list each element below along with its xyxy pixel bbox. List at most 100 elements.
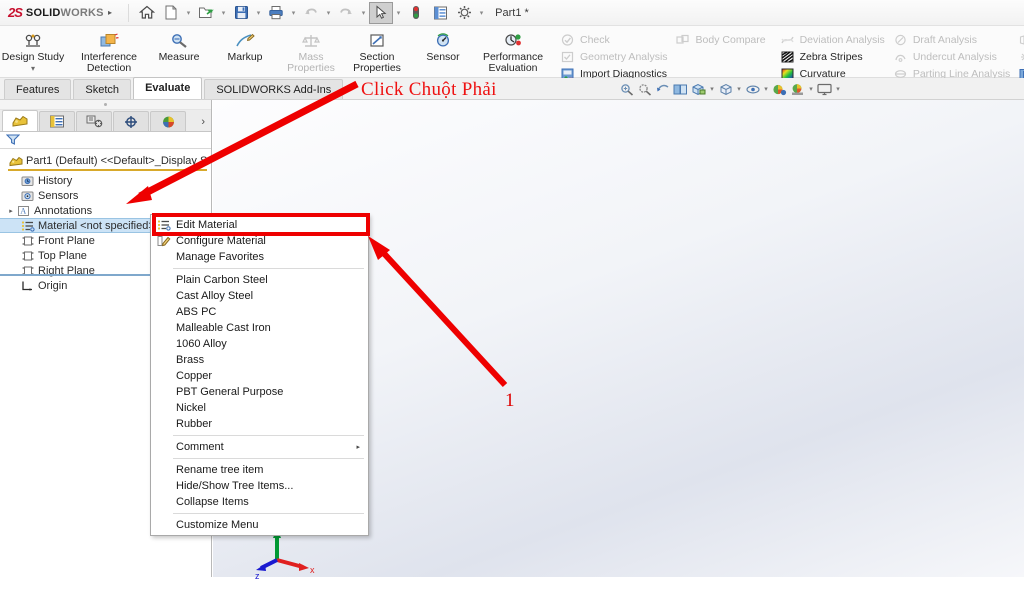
measure-button[interactable]: Measure (146, 28, 212, 63)
section-properties-button[interactable]: Section Properties (344, 28, 410, 74)
undercut-analysis-item[interactable]: Undercut Analysis (893, 49, 1010, 64)
body-compare-label: Body Compare (695, 33, 766, 46)
thickness-analysis-item[interactable]: Thic (1018, 49, 1024, 64)
menu-item-comment[interactable]: Comment ▸ (151, 439, 368, 455)
options-dropdown-caret-icon[interactable]: ▾ (476, 9, 487, 17)
menu-item-copper[interactable]: Copper (151, 368, 368, 384)
sensor-label: Sensor (426, 51, 460, 63)
menu-item-1060-alloy[interactable]: 1060 Alloy (151, 336, 368, 352)
undercut-analysis-label: Undercut Analysis (912, 50, 997, 63)
check-item[interactable]: Check (560, 32, 668, 47)
menu-item-manage-favorites[interactable]: Manage Favorites (151, 249, 368, 265)
geometry-analysis-item[interactable]: Geometry Analysis (560, 49, 668, 64)
annotations-icon: A (16, 204, 31, 217)
redo-icon[interactable] (334, 2, 358, 24)
markup-icon (234, 31, 256, 51)
apply-scene-icon[interactable] (789, 81, 806, 98)
surface-column-1: Deviation Analysis Zebra Stripes Curvatu… (776, 28, 889, 81)
more-manager-tabs-caret-icon[interactable]: › (201, 116, 205, 128)
markup-button[interactable]: Markup (212, 28, 278, 63)
menu-item-hide-show-tree-items[interactable]: Hide/Show Tree Items... (151, 478, 368, 494)
tree-item-part1[interactable]: Part1 (Default) <<Default>_Display S (0, 153, 211, 168)
tree-item-top-plane-label: Top Plane (38, 249, 87, 262)
rebuild-icon[interactable] (404, 2, 428, 24)
tab-solidworks-addins[interactable]: SOLIDWORKS Add-Ins (204, 79, 344, 99)
new-document-icon[interactable] (159, 2, 183, 24)
tab-evaluate[interactable]: Evaluate (133, 77, 203, 99)
configuration-manager-tab[interactable] (76, 111, 112, 131)
display-style-icon[interactable] (717, 81, 734, 98)
menu-item-nickel[interactable]: Nickel (151, 400, 368, 416)
feature-manager-tab[interactable] (2, 110, 38, 131)
zebra-stripes-item[interactable]: Zebra Stripes (780, 49, 885, 64)
previous-view-icon[interactable] (654, 81, 671, 98)
symmetry-check-item[interactable]: Sym (1018, 32, 1024, 47)
select-cursor-icon[interactable] (369, 1, 394, 24)
menu-item-collapse-items[interactable]: Collapse Items (151, 494, 368, 510)
tab-sketch[interactable]: Sketch (73, 79, 132, 99)
deviation-analysis-item[interactable]: Deviation Analysis (780, 32, 885, 47)
view-settings-icon[interactable] (816, 81, 833, 98)
undo-icon[interactable] (299, 2, 323, 24)
zoom-to-fit-icon[interactable] (618, 81, 635, 98)
home-icon[interactable] (135, 2, 159, 24)
save-dropdown-caret-icon[interactable]: ▾ (253, 9, 264, 17)
performance-evaluation-button[interactable]: Performance Evaluation (476, 28, 550, 74)
view-orientation-icon[interactable] (690, 81, 707, 98)
menu-item-abs-pc[interactable]: ABS PC (151, 304, 368, 320)
hide-show-dropdown-caret-icon[interactable]: ▾ (762, 85, 770, 93)
menu-item-pbt-general-purpose[interactable]: PBT General Purpose (151, 384, 368, 400)
hide-show-items-icon[interactable] (744, 81, 761, 98)
design-study-button[interactable]: Design Study ▾ (0, 28, 66, 74)
panel-splitter-handle[interactable] (0, 100, 211, 110)
dimxpert-manager-tab[interactable] (113, 111, 149, 131)
sensor-button[interactable]: Sensor (410, 28, 476, 63)
open-document-icon[interactable] (194, 2, 218, 24)
menu-item-manage-favorites-label: Manage Favorites (176, 251, 265, 263)
body-compare-item[interactable]: Body Compare (676, 32, 766, 47)
menu-item-plain-carbon-steel[interactable]: Plain Carbon Steel (151, 272, 368, 288)
view-heads-up-toolbar: ▾ ▾ ▾ ▾ ▾ (618, 79, 842, 99)
design-study-dropdown-caret-icon[interactable]: ▾ (31, 63, 35, 74)
redo-dropdown-caret-icon[interactable]: ▾ (358, 9, 369, 17)
view-settings-dropdown-caret-icon[interactable]: ▾ (834, 85, 842, 93)
apply-scene-dropdown-caret-icon[interactable]: ▾ (807, 85, 815, 93)
tree-item-sensors[interactable]: Sensors (0, 188, 211, 203)
mass-properties-button[interactable]: Mass Properties (278, 28, 344, 74)
menu-item-customize-menu[interactable]: Customize Menu (151, 517, 368, 533)
new-document-dropdown-caret-icon[interactable]: ▾ (183, 9, 194, 17)
tab-features[interactable]: Features (4, 79, 72, 99)
menu-expand-caret-icon[interactable]: ▸ (104, 8, 122, 17)
property-manager-tab[interactable] (39, 111, 75, 131)
material-context-menu[interactable]: Edit Material Configure Material Manage … (150, 214, 369, 536)
undo-dropdown-caret-icon[interactable]: ▾ (323, 9, 334, 17)
surface-column-2: Draft Analysis Undercut Analysis Parting… (889, 28, 1014, 81)
menu-item-malleable-cast-iron[interactable]: Malleable Cast Iron (151, 320, 368, 336)
file-properties-icon[interactable] (428, 2, 452, 24)
open-document-dropdown-caret-icon[interactable]: ▾ (218, 9, 229, 17)
step-number-label: 1 (505, 390, 515, 411)
interference-detection-button[interactable]: Interference Detection (72, 28, 146, 74)
menu-item-rename-tree-item[interactable]: Rename tree item (151, 462, 368, 478)
edit-appearance-icon[interactable] (771, 81, 788, 98)
menu-item-rubber[interactable]: Rubber (151, 416, 368, 432)
menu-item-brass[interactable]: Brass (151, 352, 368, 368)
select-dropdown-caret-icon[interactable]: ▾ (393, 9, 404, 17)
section-properties-icon (366, 31, 388, 51)
tree-item-history[interactable]: History (0, 173, 211, 188)
view-orientation-dropdown-caret-icon[interactable]: ▾ (708, 85, 716, 93)
display-manager-tab[interactable] (150, 111, 186, 131)
options-gear-icon[interactable] (452, 2, 476, 24)
section-view-icon[interactable] (672, 81, 689, 98)
menu-item-cast-alloy-steel[interactable]: Cast Alloy Steel (151, 288, 368, 304)
geometry-analysis-label: Geometry Analysis (580, 50, 668, 63)
display-style-dropdown-caret-icon[interactable]: ▾ (735, 85, 743, 93)
print-dropdown-caret-icon[interactable]: ▾ (288, 9, 299, 17)
draft-analysis-item[interactable]: Draft Analysis (893, 32, 1010, 47)
tree-filter-bar[interactable] (0, 132, 211, 149)
zoom-to-area-icon[interactable] (636, 81, 653, 98)
save-icon[interactable] (229, 2, 253, 24)
sensors-icon (20, 189, 35, 202)
annotations-expander-icon[interactable]: ▸ (6, 207, 16, 215)
print-icon[interactable] (264, 2, 288, 24)
